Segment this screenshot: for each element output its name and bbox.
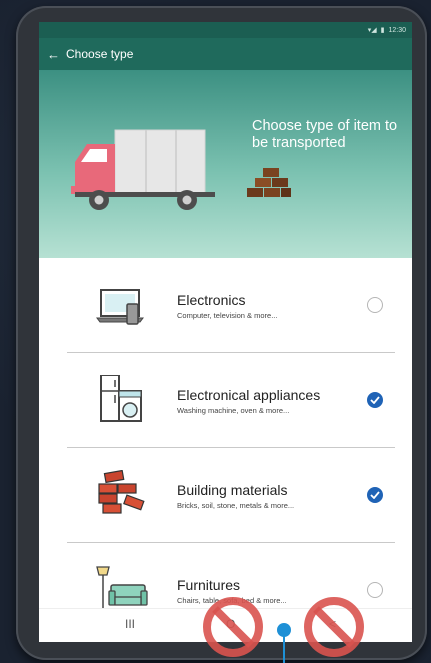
item-name: Electronical appliances xyxy=(177,387,321,403)
item-description: Washing machine, oven & more... xyxy=(177,406,290,415)
back-arrow-icon[interactable]: ← xyxy=(47,48,60,61)
hero-banner: Choose type of item to be transported xyxy=(39,70,412,258)
status-bar: ▾◢ ▮ 12:30 xyxy=(39,22,412,38)
item-name: Building materials xyxy=(177,482,288,498)
list-item-building-materials[interactable]: Building materials Bricks, soil, stone, … xyxy=(67,448,395,543)
checkmark-icon xyxy=(370,491,380,499)
radio-checked[interactable] xyxy=(367,487,383,503)
item-type-list: Electronics Computer, television & more.… xyxy=(39,258,412,638)
item-description: Computer, television & more... xyxy=(177,311,278,320)
app-bar: ← Choose type xyxy=(39,38,412,70)
item-name: Furnitures xyxy=(177,577,241,593)
prohibited-icon xyxy=(203,597,263,657)
status-time: 12:30 xyxy=(388,26,406,34)
signal-icon: ▾◢ xyxy=(367,27,377,34)
item-description: Bricks, soil, stone, metals & more... xyxy=(177,501,295,510)
fridge-washer-icon xyxy=(100,375,142,422)
recents-button[interactable]: III xyxy=(125,617,135,631)
hero-heading: Choose type of item to be transported xyxy=(252,118,398,151)
list-item-electronical-appliances[interactable]: Electronical appliances Washing machine,… xyxy=(67,353,395,448)
page-title: Choose type xyxy=(66,47,134,61)
radio-unchecked[interactable] xyxy=(367,297,383,313)
touch-pointer-line xyxy=(283,635,285,663)
list-item-electronics[interactable]: Electronics Computer, television & more.… xyxy=(67,258,395,353)
prohibited-icon xyxy=(304,597,364,657)
radio-checked[interactable] xyxy=(367,392,383,408)
bricks-icon xyxy=(98,470,145,514)
checkmark-icon xyxy=(370,396,380,404)
laptop-phone-icon xyxy=(96,289,144,325)
radio-unchecked[interactable] xyxy=(367,582,383,598)
battery-icon: ▮ xyxy=(380,27,385,34)
tablet-screen: ▾◢ ▮ 12:30 ← Choose type Choose type of … xyxy=(39,22,412,642)
item-name: Electronics xyxy=(177,292,246,308)
